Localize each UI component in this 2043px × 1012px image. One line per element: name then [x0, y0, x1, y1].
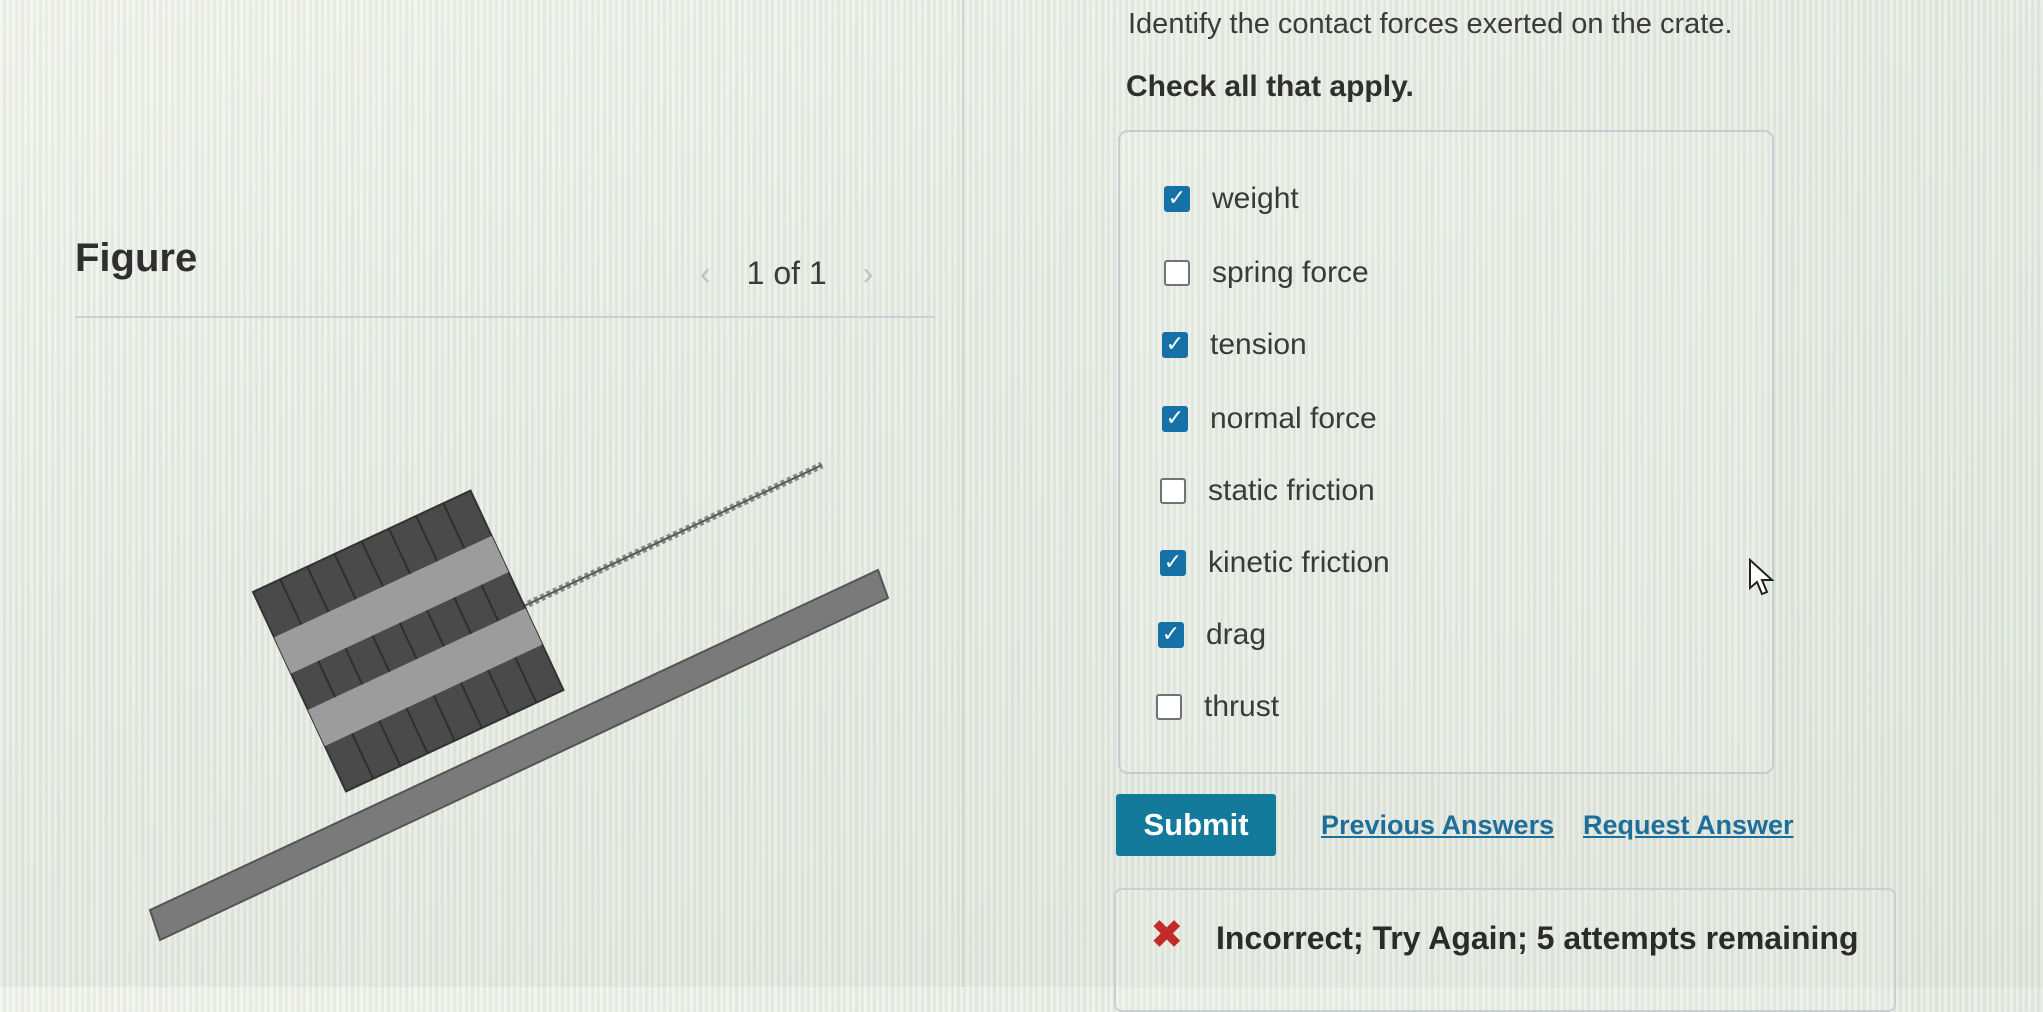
- checkbox-unchecked-icon[interactable]: [1164, 260, 1190, 286]
- crate-on-incline-figure: [148, 461, 890, 942]
- chevron-right-icon[interactable]: ›: [863, 255, 874, 292]
- chevron-left-icon[interactable]: ‹: [700, 255, 711, 292]
- panel-divider: [962, 0, 964, 987]
- option-label: tension: [1210, 328, 1307, 361]
- option-label: normal force: [1210, 402, 1377, 435]
- feedback-text: Incorrect; Try Again; 5 attempts remaini…: [1216, 920, 1859, 956]
- submit-button[interactable]: Submit: [1116, 794, 1276, 856]
- checkbox-checked-icon[interactable]: ✓: [1158, 622, 1184, 648]
- checkbox-checked-icon[interactable]: ✓: [1162, 406, 1188, 432]
- checkbox-unchecked-icon[interactable]: [1160, 478, 1186, 504]
- checkbox-checked-icon[interactable]: ✓: [1160, 550, 1186, 576]
- option-thrust[interactable]: thrust: [1156, 690, 1279, 724]
- x-mark-icon: ✖: [1150, 912, 1184, 958]
- checkbox-checked-icon[interactable]: ✓: [1162, 332, 1188, 358]
- feedback-box: ✖ Incorrect; Try Again; 5 attempts remai…: [1114, 888, 1896, 1012]
- request-answer-link[interactable]: Request Answer: [1583, 810, 1794, 841]
- checkbox-checked-icon[interactable]: ✓: [1164, 186, 1190, 212]
- option-drag[interactable]: ✓ drag: [1158, 618, 1266, 652]
- checkbox-unchecked-icon[interactable]: [1156, 694, 1182, 720]
- option-static-friction[interactable]: static friction: [1160, 474, 1375, 508]
- pager-label: 1 of 1: [746, 255, 827, 291]
- option-label: thrust: [1204, 690, 1280, 723]
- figure-title: Figure: [75, 236, 198, 280]
- option-label: spring force: [1212, 256, 1369, 289]
- option-kinetic-friction[interactable]: ✓ kinetic friction: [1160, 546, 1390, 580]
- option-label: static friction: [1208, 474, 1375, 507]
- previous-answers-link[interactable]: Previous Answers: [1321, 810, 1554, 841]
- mouse-pointer-icon: [1749, 558, 1775, 596]
- figure-panel: Figure ‹ 1 of 1 ›: [0, 0, 965, 987]
- question-instruction: Check all that apply.: [1126, 70, 1414, 103]
- option-tension[interactable]: ✓ tension: [1162, 328, 1307, 362]
- option-label: weight: [1212, 182, 1299, 215]
- question-prompt: Identify the contact forces exerted on t…: [1128, 8, 1733, 40]
- option-weight[interactable]: ✓ weight: [1164, 182, 1299, 216]
- options-list: ✓ weight spring force ✓ tension ✓ normal…: [1118, 130, 1774, 774]
- option-normal-force[interactable]: ✓ normal force: [1162, 402, 1377, 436]
- figure-pager: ‹ 1 of 1 ›: [700, 255, 873, 292]
- option-label: drag: [1206, 618, 1267, 651]
- figure-divider: [75, 316, 935, 318]
- option-spring-force[interactable]: spring force: [1164, 256, 1369, 290]
- option-label: kinetic friction: [1208, 546, 1390, 579]
